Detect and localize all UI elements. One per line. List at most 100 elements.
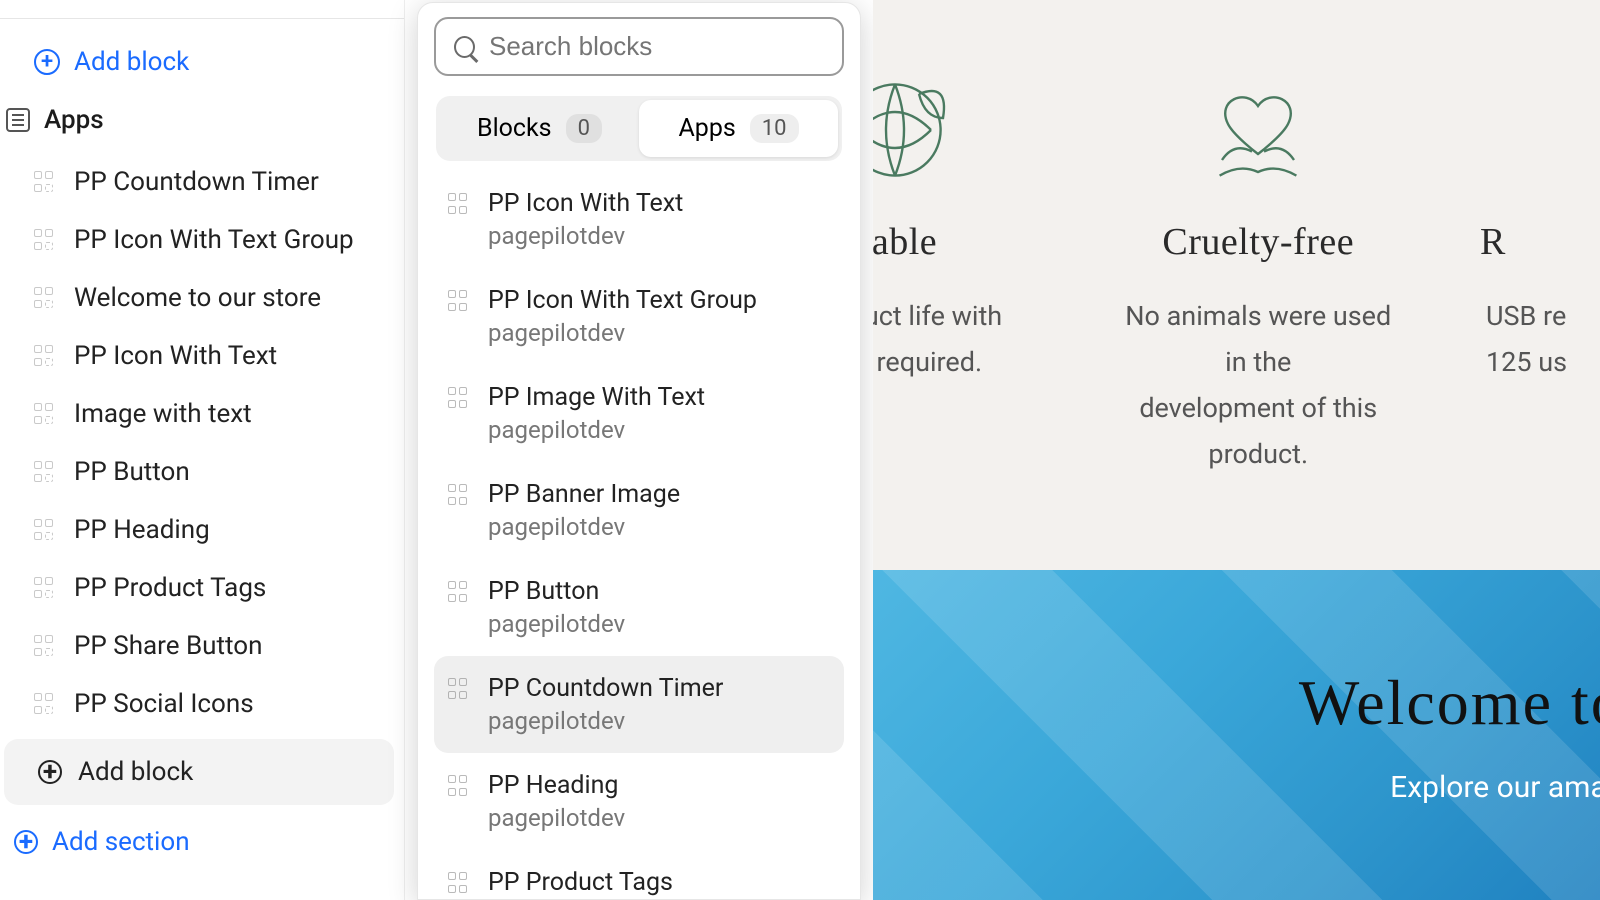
picker-results: PP Icon With TextpagepilotdevPP Icon Wit… xyxy=(434,171,844,900)
sidebar-item[interactable]: PP Product Tags xyxy=(0,559,404,617)
sidebar-item-label: PP Icon With Text Group xyxy=(74,225,354,255)
picker-tabs: Blocks 0 Apps 10 xyxy=(436,96,842,161)
block-icon xyxy=(448,193,470,215)
result-title: PP Icon With Text xyxy=(488,189,683,218)
result-title: PP Heading xyxy=(488,771,625,800)
sidebar-item-label: PP Button xyxy=(74,457,190,487)
picker-result[interactable]: PP Countdown Timer pagepilotdev xyxy=(434,656,844,753)
sidebar-item-label: PP Product Tags xyxy=(74,573,266,603)
feature-desc: USB re125 us xyxy=(1480,294,1600,386)
sidebar-item-label: PP Social Icons xyxy=(74,689,254,719)
block-icon xyxy=(448,678,470,700)
tab-apps-count: 10 xyxy=(750,114,799,143)
sidebar-item[interactable]: PP Icon With Text Group xyxy=(0,211,404,269)
sidebar-item[interactable]: PP Share Button xyxy=(0,617,404,675)
picker-result[interactable]: PP Icon With Text pagepilotdev xyxy=(434,171,844,268)
sidebar-item[interactable]: PP Button xyxy=(0,443,404,501)
sidebar-item[interactable]: Image with text xyxy=(0,385,404,443)
add-block-button-primary[interactable]: + Add block xyxy=(0,19,404,101)
sidebar-item-label: PP Heading xyxy=(74,515,210,545)
feature-desc: g product life withparts required. xyxy=(873,294,1037,386)
feature-sustainable: nable g product life withparts required. xyxy=(873,70,1037,478)
tab-blocks-label: Blocks xyxy=(477,114,552,143)
block-icon xyxy=(448,484,470,506)
block-icon xyxy=(34,577,56,599)
sidebar-item[interactable]: Welcome to our store xyxy=(0,269,404,327)
sidebar-item-label: Welcome to our store xyxy=(74,283,321,313)
block-icon xyxy=(448,387,470,409)
picker-result[interactable]: PP Button pagepilotdev xyxy=(434,559,844,656)
tab-apps[interactable]: Apps 10 xyxy=(639,100,838,157)
theme-editor-sidebar: + Add block Apps PP Countdown Timer PP I… xyxy=(0,0,405,900)
hands-heart-icon xyxy=(1198,70,1318,190)
add-block-button-inline[interactable]: + Add block xyxy=(4,739,394,805)
block-icon xyxy=(34,461,56,483)
feature-row: nable g product life withparts required.… xyxy=(873,0,1600,528)
block-icon xyxy=(34,693,56,715)
welcome-banner: Welcome to our Explore our amazing produ… xyxy=(873,570,1600,900)
block-icon xyxy=(34,287,56,309)
apps-icon xyxy=(6,108,30,132)
sidebar-item-label: PP Share Button xyxy=(74,631,262,661)
globe-leaf-icon xyxy=(873,70,955,190)
picker-result[interactable]: PP Heading pagepilotdev xyxy=(434,753,844,850)
feature-title: Cruelty-free xyxy=(1117,220,1401,264)
result-subtitle: pagepilotdev xyxy=(488,707,723,735)
add-block-inline-label: Add block xyxy=(78,757,193,787)
add-section-label: Add section xyxy=(52,827,190,857)
sidebar-item[interactable]: PP Countdown Timer xyxy=(0,153,404,211)
result-title: PP Image With Text xyxy=(488,383,705,412)
feature-rechargeable: R USB re125 us xyxy=(1480,70,1600,478)
add-section-button[interactable]: + Add section xyxy=(0,817,404,877)
picker-result[interactable]: PP Product Tagspagepilotdev xyxy=(434,850,844,900)
banner-heading: Welcome to our xyxy=(1299,666,1600,740)
result-subtitle: pagepilotdev xyxy=(488,222,683,250)
picker-result[interactable]: PP Banner Image pagepilotdev xyxy=(434,462,844,559)
banner-sub: Explore our amazing produc xyxy=(1390,770,1600,805)
block-icon xyxy=(34,403,56,425)
tab-blocks[interactable]: Blocks 0 xyxy=(440,100,639,157)
sidebar-item[interactable]: PP Heading xyxy=(0,501,404,559)
sidebar-item[interactable]: PP Social Icons xyxy=(0,675,404,733)
block-icon xyxy=(448,872,470,894)
result-title: PP Product Tags xyxy=(488,868,673,897)
block-icon xyxy=(34,229,56,251)
result-subtitle: pagepilotdev xyxy=(488,513,680,541)
sidebar-item-label: Image with text xyxy=(74,399,252,429)
block-icon xyxy=(34,519,56,541)
sidebar-item-label: PP Icon With Text xyxy=(74,341,277,371)
result-title: PP Countdown Timer xyxy=(488,674,723,703)
apps-label: Apps xyxy=(44,105,104,135)
tab-blocks-count: 0 xyxy=(566,114,602,143)
tab-apps-label: Apps xyxy=(678,114,735,143)
sidebar-item[interactable]: PP Icon With Text xyxy=(0,327,404,385)
result-title: PP Banner Image xyxy=(488,480,680,509)
plus-circle-icon: + xyxy=(14,830,38,854)
feature-cruelty-free: Cruelty-free No animals were used in the… xyxy=(1117,70,1401,478)
feature-title: R xyxy=(1480,220,1600,264)
feature-desc: No animals were used in thedevelopment o… xyxy=(1117,294,1401,478)
result-title: PP Icon With Text Group xyxy=(488,286,757,315)
block-picker-wrap: Blocks 0 Apps 10 PP Icon With Text pagepi… xyxy=(405,0,873,900)
result-subtitle: pagepilotdev xyxy=(488,610,625,638)
apps-section-header[interactable]: Apps xyxy=(0,101,404,153)
search-blocks-field[interactable] xyxy=(434,17,844,76)
search-input[interactable] xyxy=(489,31,824,62)
result-title: PP Button xyxy=(488,577,625,606)
sidebar-item-label: PP Countdown Timer xyxy=(74,167,319,197)
block-icon xyxy=(448,775,470,797)
plus-circle-icon: + xyxy=(34,49,60,75)
block-picker-panel: Blocks 0 Apps 10 PP Icon With Text pagepi… xyxy=(417,2,861,900)
block-icon xyxy=(448,581,470,603)
plus-circle-icon: + xyxy=(38,760,62,784)
preview-canvas: nable g product life withparts required.… xyxy=(873,0,1600,900)
block-icon xyxy=(34,635,56,657)
result-subtitle: pagepilotdev xyxy=(488,416,705,444)
picker-result[interactable]: PP Image With Text pagepilotdev xyxy=(434,365,844,462)
block-icon xyxy=(34,345,56,367)
block-icon xyxy=(34,171,56,193)
search-icon xyxy=(454,36,475,58)
result-subtitle: pagepilotdev xyxy=(488,804,625,832)
picker-result[interactable]: PP Icon With Text Grouppagepilotdev xyxy=(434,268,844,365)
feature-title: nable xyxy=(873,220,1037,264)
